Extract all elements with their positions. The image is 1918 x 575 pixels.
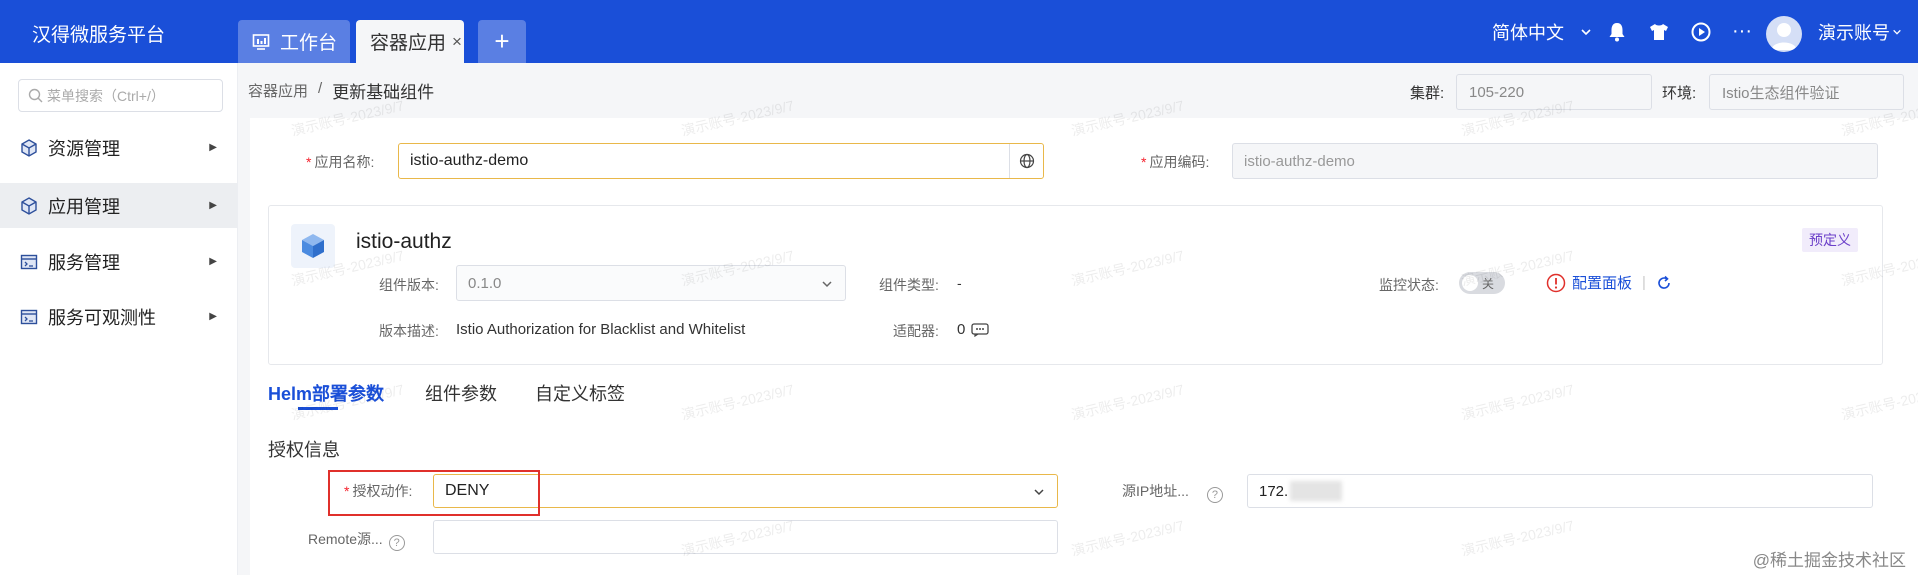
- app-name-input[interactable]: istio-authz-demo: [398, 143, 1044, 179]
- header-icons: ···: [1606, 0, 1752, 63]
- search-placeholder: 菜单搜索（Ctrl+/）: [47, 87, 165, 104]
- dashboard-icon: [252, 33, 270, 51]
- divider: |: [1642, 274, 1646, 291]
- app-code-label-text: 应用编码:: [1149, 154, 1210, 170]
- search-input[interactable]: 菜单搜索（Ctrl+/）: [18, 79, 223, 112]
- search-icon: [28, 88, 43, 103]
- breadcrumb: 容器应用 / 更新基础组件: [248, 80, 434, 103]
- caret-right-icon: ▶: [209, 256, 217, 267]
- app-code-input: istio-authz-demo: [1232, 143, 1878, 179]
- remote-source-label: Remote源...?: [308, 529, 405, 551]
- desc-value: Istio Authorization for Blacklist and Wh…: [456, 321, 746, 338]
- sidebar-item-label: 服务可观测性: [48, 307, 156, 328]
- chevron-down-icon: [821, 278, 833, 290]
- sidebar-item-label: 资源管理: [48, 138, 120, 159]
- sidebar-item-label: 应用管理: [48, 196, 120, 217]
- cluster-label: 集群:: [1410, 85, 1445, 102]
- desc-label: 版本描述:: [379, 323, 439, 339]
- dashboard-link-label: 配置面板: [1572, 275, 1633, 292]
- tab-component-params[interactable]: 组件参数: [425, 380, 497, 406]
- environment-label: 环境:: [1662, 85, 1697, 102]
- more-icon[interactable]: ···: [1732, 20, 1752, 43]
- monitor-label: 监控状态:: [1379, 277, 1439, 293]
- user-menu[interactable]: 演示账号: [1818, 0, 1902, 63]
- blurred-region: [1290, 481, 1343, 501]
- dashboard-link[interactable]: 配置面板 |: [1546, 272, 1672, 293]
- bell-icon[interactable]: [1606, 21, 1628, 43]
- comment-icon[interactable]: [971, 322, 989, 337]
- component-name: istio-authz: [356, 230, 452, 253]
- chevron-down-icon: [1580, 26, 1592, 38]
- chevron-down-icon: [1033, 486, 1045, 498]
- tab-custom-labels[interactable]: 自定义标签: [535, 380, 625, 406]
- source-ip-input[interactable]: 172.: [1247, 474, 1873, 508]
- tab-workbench[interactable]: 工作台: [238, 20, 350, 63]
- close-icon[interactable]: ×: [452, 32, 462, 52]
- source-ip-value: 172.: [1259, 482, 1289, 500]
- section-title: 授权信息: [268, 440, 340, 460]
- tab-workbench-label: 工作台: [280, 33, 338, 54]
- required-mark: *: [1141, 154, 1147, 170]
- user-name: 演示账号: [1818, 22, 1890, 43]
- caret-right-icon: ▶: [209, 311, 217, 322]
- type-value: -: [957, 275, 962, 291]
- cube-icon: [20, 138, 38, 157]
- chevron-down-icon: [1892, 27, 1902, 37]
- source-ip-label: 源IP地址...?: [1122, 481, 1223, 503]
- refresh-icon[interactable]: [1656, 275, 1672, 291]
- play-icon[interactable]: [1690, 21, 1712, 43]
- environment-select[interactable]: Istio生态组件验证: [1709, 74, 1904, 110]
- caret-right-icon: ▶: [209, 142, 217, 153]
- service-icon: [20, 308, 38, 326]
- avatar[interactable]: [1766, 16, 1802, 52]
- sidebar-item-service[interactable]: 服务管理 ▶: [0, 239, 237, 284]
- app-name-value: istio-authz-demo: [410, 152, 529, 169]
- top-bar: 汉得微服务平台 工作台 容器应用 × + 简体中文 ··· 演示账号: [0, 0, 1918, 63]
- type-label: 组件类型:: [879, 277, 939, 293]
- alert-icon: [1546, 273, 1566, 293]
- help-icon[interactable]: ?: [388, 535, 405, 551]
- globe-icon[interactable]: [1009, 144, 1043, 178]
- tab-container-app[interactable]: 容器应用 ×: [356, 20, 464, 63]
- breadcrumb-separator: /: [318, 80, 323, 97]
- brand-title: 汉得微服务平台: [32, 25, 166, 46]
- app-code-label: * 应用编码:: [1141, 152, 1209, 172]
- tab-container-app-label: 容器应用: [370, 33, 447, 54]
- version-value: 0.1.0: [468, 274, 502, 292]
- language-selector[interactable]: 简体中文: [1492, 0, 1592, 63]
- adapter-value: 0: [957, 321, 966, 338]
- footer-mark: @稀土掘金技术社区: [1752, 551, 1906, 570]
- add-tab-button[interactable]: +: [478, 20, 526, 63]
- remote-source-label-text: Remote源...: [308, 531, 383, 547]
- adapter-label: 适配器:: [893, 323, 939, 339]
- sidebar: 菜单搜索（Ctrl+/） 资源管理 ▶ 应用管理 ▶ 服务管理 ▶ 服务可观测性…: [0, 63, 238, 575]
- caret-right-icon: ▶: [209, 200, 217, 211]
- sidebar-item-label: 服务管理: [48, 252, 120, 273]
- sidebar-item-observability[interactable]: 服务可观测性 ▶: [0, 294, 237, 339]
- sidebar-item-app[interactable]: 应用管理 ▶: [0, 183, 237, 228]
- source-ip-label-text: 源IP地址...: [1122, 483, 1189, 499]
- help-icon[interactable]: ?: [1206, 487, 1223, 503]
- shirt-icon[interactable]: [1648, 21, 1670, 43]
- breadcrumb-parent[interactable]: 容器应用: [248, 80, 308, 103]
- language-label: 简体中文: [1492, 22, 1564, 43]
- adapter-value-group: 0: [957, 321, 989, 338]
- highlight-box: [328, 470, 540, 516]
- service-icon: [20, 253, 38, 271]
- predefined-badge: 预定义: [1802, 228, 1858, 252]
- sidebar-item-resource[interactable]: 资源管理 ▶: [0, 125, 237, 170]
- cube-icon: [20, 196, 38, 215]
- app-name-label: * 应用名称:: [306, 152, 374, 172]
- required-mark: *: [306, 154, 312, 170]
- app-name-label-text: 应用名称:: [314, 154, 375, 170]
- version-select[interactable]: 0.1.0: [456, 265, 846, 301]
- version-label: 组件版本:: [379, 277, 439, 293]
